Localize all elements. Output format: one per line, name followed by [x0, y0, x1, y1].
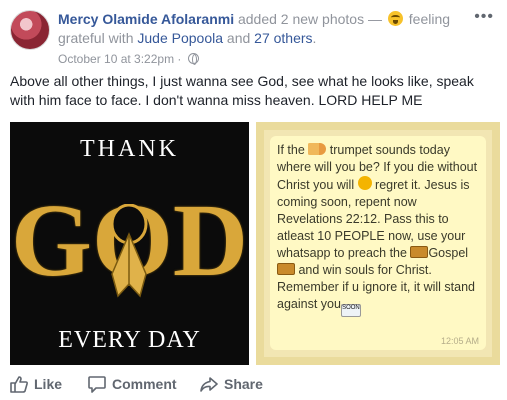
- post-meta: October 10 at 3:22pm ·: [58, 52, 199, 66]
- post-caption: Above all other things, I just wanna see…: [10, 73, 474, 108]
- chat-bubble: If the trumpet sounds today where will y…: [270, 136, 486, 350]
- soon-arrow-icon: SOON: [340, 304, 361, 317]
- photo-chat-message[interactable]: If the trumpet sounds today where will y…: [256, 122, 500, 365]
- like-icon: [10, 376, 28, 393]
- weary-face-icon: [357, 176, 372, 190]
- comment-icon: [88, 376, 106, 393]
- book-icon: [277, 263, 295, 275]
- photo-thank-god[interactable]: THANK GOD EVERY DAY: [10, 122, 249, 365]
- soon-label: SOON: [342, 305, 360, 311]
- photo-grid: THANK GOD EVERY DAY If the trumpet sound…: [10, 122, 500, 365]
- chat-text-5: and win souls for Christ. Remember if u …: [277, 263, 475, 311]
- comment-label: Comment: [112, 376, 177, 392]
- trumpet-icon: [308, 143, 327, 155]
- and-text: and: [223, 30, 255, 46]
- post-header-text: Mercy Olamide Afolaranmi added 2 new pho…: [58, 10, 478, 48]
- chat-text-1: If the: [277, 143, 309, 157]
- meta-separator: ·: [174, 52, 185, 66]
- post-header: Mercy Olamide Afolaranmi added 2 new pho…: [10, 9, 500, 66]
- share-label: Share: [224, 376, 263, 392]
- praying-hands-icon: [110, 204, 148, 298]
- share-icon: [200, 377, 218, 392]
- emoji-icon: [387, 11, 403, 26]
- more-icon[interactable]: •••: [474, 9, 494, 25]
- chat-text-4: Gospel: [428, 246, 469, 260]
- book-icon: [410, 246, 429, 258]
- like-label: Like: [34, 376, 63, 392]
- others-link[interactable]: 27 others: [254, 30, 312, 46]
- action-text: added 2 new photos —: [234, 11, 386, 27]
- chat-message-text: If the trumpet sounds today where will y…: [277, 142, 479, 317]
- photo-top-text: THANK: [80, 136, 179, 162]
- avatar[interactable]: [10, 10, 50, 50]
- timestamp-link[interactable]: October 10 at 3:22pm: [58, 52, 174, 66]
- period-text: .: [312, 30, 317, 46]
- photo-bottom-text: EVERY DAY: [58, 327, 201, 353]
- action-bar: Like Comment Share: [10, 373, 500, 395]
- globe-icon[interactable]: [187, 53, 199, 65]
- author-name-link[interactable]: Mercy Olamide Afolaranmi: [58, 11, 234, 27]
- comment-button[interactable]: Comment: [88, 373, 188, 395]
- tagged-person-link[interactable]: Jude Popoola: [137, 30, 223, 46]
- like-button[interactable]: Like: [10, 373, 70, 395]
- share-button[interactable]: Share: [200, 373, 280, 395]
- chat-timestamp: 12:05 AM: [440, 336, 479, 346]
- facebook-post: Mercy Olamide Afolaranmi added 2 new pho…: [0, 0, 507, 400]
